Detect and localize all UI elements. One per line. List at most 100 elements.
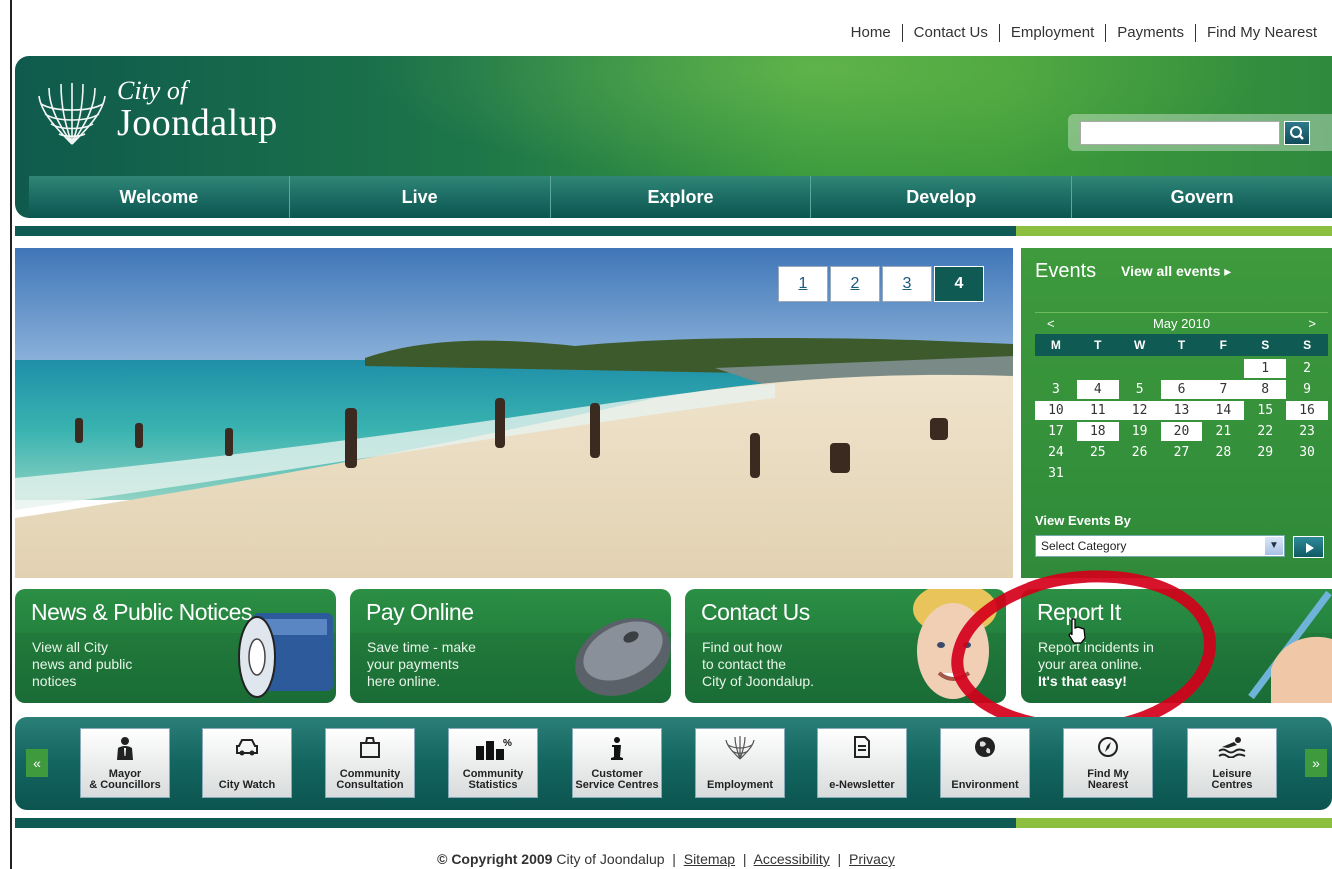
- nav-govern[interactable]: Govern: [1071, 176, 1332, 218]
- tile-description: View all City news and public notices: [32, 639, 133, 689]
- tile-title: Pay Online: [366, 599, 474, 625]
- toplink-employment[interactable]: Employment: [998, 24, 1105, 42]
- quicklink-find-my-nearest[interactable]: Find My Nearest: [1063, 728, 1153, 798]
- play-arrow-icon: [1306, 543, 1314, 553]
- bag-icon: [326, 736, 414, 760]
- search-button[interactable]: [1284, 121, 1310, 145]
- toplink-payments[interactable]: Payments: [1105, 24, 1195, 42]
- footer-copyright: © Copyright 2009: [437, 851, 553, 867]
- calendar-next-button[interactable]: >: [1308, 316, 1316, 331]
- calendar-header: < May 2010 >: [1035, 312, 1328, 334]
- calendar-prev-button[interactable]: <: [1047, 316, 1055, 331]
- calendar-day-24[interactable]: 24: [1035, 443, 1077, 462]
- calendar-day-20[interactable]: 20: [1160, 422, 1203, 441]
- calendar-day-29[interactable]: 29: [1244, 443, 1286, 462]
- quicklink-label: Mayor & Councillors: [89, 768, 161, 791]
- tile-news-public-notices[interactable]: News & Public Notices View all City news…: [15, 589, 336, 703]
- footer-sitemap-link[interactable]: Sitemap: [684, 851, 735, 867]
- nav-welcome[interactable]: Welcome: [29, 176, 289, 218]
- calendar-day-8[interactable]: 8: [1244, 380, 1287, 399]
- calendar-day-30[interactable]: 30: [1286, 443, 1328, 462]
- hero-page-2[interactable]: 2: [830, 266, 880, 302]
- calendar-day-4[interactable]: 4: [1076, 380, 1119, 399]
- annotation-circle: [951, 570, 1216, 735]
- calendar-month: May 2010: [1152, 316, 1211, 331]
- calendar-day-21[interactable]: 21: [1202, 422, 1244, 441]
- calendar-day-10[interactable]: 10: [1035, 401, 1077, 420]
- quicklinks-prev-button[interactable]: «: [26, 749, 48, 777]
- hero-page-4[interactable]: 4: [934, 266, 984, 302]
- calendar-day-27[interactable]: 27: [1161, 443, 1203, 462]
- toplink-home[interactable]: Home: [840, 24, 902, 42]
- quicklink-leisure-centres[interactable]: Leisure Centres: [1187, 728, 1277, 798]
- calendar-day-16[interactable]: 16: [1286, 401, 1328, 420]
- calendar-day-12[interactable]: 12: [1118, 401, 1161, 420]
- calendar-day-14[interactable]: 14: [1202, 401, 1245, 420]
- calendar-day-15[interactable]: 15: [1244, 401, 1286, 420]
- event-go-button[interactable]: [1293, 536, 1324, 558]
- quicklink-environment[interactable]: Environment: [940, 728, 1030, 798]
- events-calendar: < May 2010 > M T W T F S S 1 2 3 4 5 6 7 8 9 10 11…: [1035, 312, 1328, 483]
- calendar-empty-cell: [1161, 359, 1203, 378]
- calendar-day-9[interactable]: 9: [1286, 380, 1328, 399]
- nav-explore[interactable]: Explore: [549, 176, 811, 218]
- nav-develop[interactable]: Develop: [810, 176, 1071, 218]
- hero-banner[interactable]: 1 2 3 4: [15, 248, 1013, 578]
- calendar-day-11[interactable]: 11: [1076, 401, 1119, 420]
- quicklink-mayor-councillors[interactable]: Mayor & Councillors: [80, 728, 170, 798]
- tile-title: News & Public Notices: [31, 599, 252, 625]
- hero-pager: 1 2 3 4: [776, 266, 984, 302]
- calendar-day-6[interactable]: 6: [1160, 380, 1203, 399]
- quicklinks-bar: « » Mayor & Councillors City Watch Communi…: [15, 717, 1332, 810]
- calendar-day-31[interactable]: 31: [1035, 464, 1077, 483]
- search-box: [1068, 114, 1332, 151]
- quicklink-employment[interactable]: Employment: [695, 728, 785, 798]
- calendar-day-25[interactable]: 25: [1077, 443, 1119, 462]
- calendar-day-22[interactable]: 22: [1244, 422, 1286, 441]
- event-category-select[interactable]: Select Category ▼: [1035, 535, 1285, 557]
- calendar-day-1[interactable]: 1: [1244, 359, 1287, 378]
- toplink-find-my-nearest[interactable]: Find My Nearest: [1194, 24, 1328, 42]
- calendar-empty-cell: [1119, 359, 1161, 378]
- toplink-contact-us[interactable]: Contact Us: [901, 24, 999, 42]
- calendar-day-23[interactable]: 23: [1286, 422, 1328, 441]
- quicklink-customer-service-centres[interactable]: Customer Service Centres: [572, 728, 662, 798]
- calendar-day-28[interactable]: 28: [1202, 443, 1244, 462]
- car-icon: [203, 736, 291, 760]
- quicklink-community-consultation[interactable]: Community Consultation: [325, 728, 415, 798]
- site-header: City of Joondalup Welcome Live Explore D…: [15, 56, 1332, 218]
- calendar-day-26[interactable]: 26: [1119, 443, 1161, 462]
- city-logo-icon[interactable]: [35, 82, 110, 152]
- chevron-down-icon[interactable]: ▼: [1265, 537, 1283, 555]
- nav-live[interactable]: Live: [288, 176, 550, 218]
- svg-text:%: %: [503, 738, 512, 749]
- globe-icon: [941, 736, 1029, 760]
- newspaper-icon: [238, 613, 333, 698]
- view-all-events-link[interactable]: View all events ▸: [1121, 263, 1231, 280]
- calendar-weekdays: M T W T F S S: [1035, 334, 1328, 356]
- quicklink-label: Environment: [951, 779, 1019, 791]
- pointer-cursor-icon: [1068, 618, 1086, 644]
- quicklinks-next-button[interactable]: »: [1305, 749, 1327, 777]
- calendar-day-18[interactable]: 18: [1076, 422, 1119, 441]
- hero-page-1[interactable]: 1: [778, 266, 828, 302]
- calendar-day-19[interactable]: 19: [1119, 422, 1161, 441]
- calendar-day-2[interactable]: 2: [1286, 359, 1328, 378]
- main-navigation: Welcome Live Explore Develop Govern: [29, 176, 1332, 218]
- calendar-day-3[interactable]: 3: [1035, 380, 1077, 399]
- calendar-day-7[interactable]: 7: [1202, 380, 1245, 399]
- logo-text[interactable]: City of Joondalup: [117, 78, 278, 143]
- compass-icon: [1064, 736, 1152, 760]
- calendar-day-13[interactable]: 13: [1160, 401, 1203, 420]
- quicklink-city-watch[interactable]: City Watch: [202, 728, 292, 798]
- footer-accessibility-link[interactable]: Accessibility: [754, 851, 830, 867]
- calendar-day-17[interactable]: 17: [1035, 422, 1077, 441]
- search-input[interactable]: [1080, 121, 1280, 145]
- quicklink-community-statistics[interactable]: % Community Statistics: [448, 728, 538, 798]
- logo-icon: [696, 736, 784, 760]
- footer-privacy-link[interactable]: Privacy: [849, 851, 895, 867]
- calendar-day-5[interactable]: 5: [1119, 380, 1161, 399]
- hero-page-3[interactable]: 3: [882, 266, 932, 302]
- quicklink-e-newsletter[interactable]: e-Newsletter: [817, 728, 907, 798]
- tile-pay-online[interactable]: Pay Online Save time - make your payment…: [350, 589, 671, 703]
